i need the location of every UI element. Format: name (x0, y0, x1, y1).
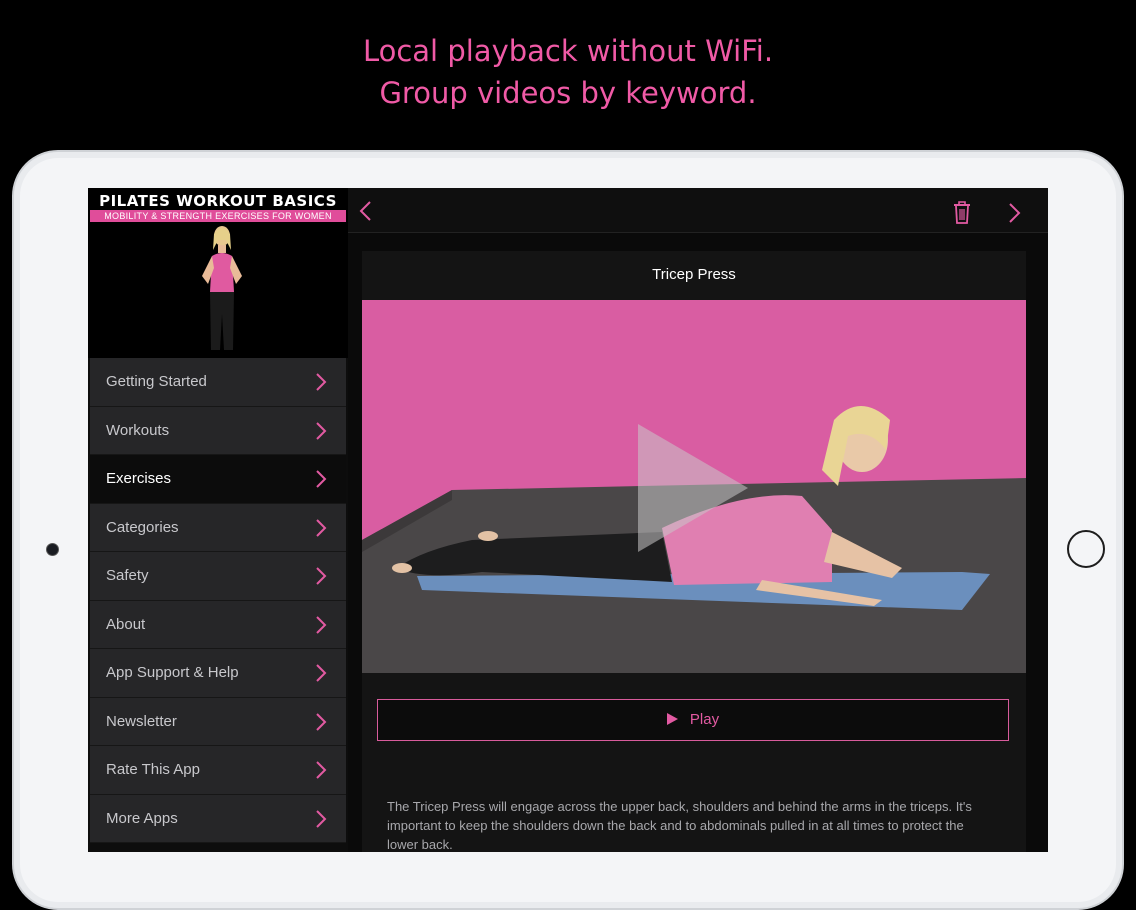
sidebar-item-label: More Apps (106, 809, 178, 827)
promo-caption: Local playback without WiFi. Group video… (0, 30, 1136, 114)
sidebar-item-label: Categories (106, 518, 179, 536)
sidebar-item-app-support[interactable]: App Support & Help (90, 649, 346, 698)
main-content: Tricep Press Play The Tricep Press will … (348, 233, 1048, 852)
instructor-image (202, 226, 242, 350)
sidebar-item-getting-started[interactable]: Getting Started (90, 358, 346, 407)
app-subtitle: MOBILITY & STRENGTH EXERCISES FOR WOMEN (90, 210, 346, 222)
sidebar-menu: Getting Started Workouts Exercises Categ… (90, 358, 346, 843)
exercise-title: Tricep Press (362, 251, 1026, 299)
sidebar-item-label: Exercises (106, 470, 172, 487)
sidebar-item-safety[interactable]: Safety (90, 552, 346, 601)
play-button-label: Play (689, 711, 720, 728)
chevron-right-icon (316, 664, 327, 682)
play-button[interactable]: Play (377, 699, 1009, 741)
top-toolbar (348, 188, 1048, 233)
camera-icon (46, 543, 59, 556)
exercise-panel: Tricep Press Play The Tricep Press will … (362, 251, 1026, 852)
sidebar: PILATES WORKOUT BASICS MOBILITY & STRENG… (88, 188, 349, 852)
chevron-right-icon (316, 567, 327, 585)
sidebar-item-label: Getting Started (106, 373, 207, 390)
sidebar-item-label: Safety (106, 567, 149, 584)
play-icon (666, 713, 678, 725)
home-button[interactable] (1067, 530, 1105, 568)
video-player[interactable] (362, 300, 1026, 673)
chevron-right-icon (316, 470, 327, 488)
chevron-right-icon (316, 518, 327, 537)
chevron-right-icon (316, 809, 327, 828)
chevron-right-icon (316, 421, 327, 440)
sidebar-item-label: Workouts (106, 421, 170, 439)
video-thumbnail (362, 300, 1026, 673)
sidebar-item-more-apps[interactable]: More Apps (90, 794, 346, 843)
sidebar-item-rate-app[interactable]: Rate This App (90, 746, 346, 795)
sidebar-item-newsletter[interactable]: Newsletter (90, 697, 346, 746)
exercise-description: The Tricep Press will engage across the … (387, 799, 972, 852)
chevron-right-icon (316, 761, 327, 779)
app-screen: PILATES WORKOUT BASICS MOBILITY & STRENG… (88, 188, 1048, 852)
sidebar-item-categories[interactable]: Categories (90, 503, 346, 552)
sidebar-item-about[interactable]: About (90, 600, 346, 649)
promo-line-2: Group videos by keyword. (379, 76, 757, 110)
chevron-right-icon (316, 615, 327, 634)
sidebar-item-label: Newsletter (106, 712, 177, 730)
brand-header: PILATES WORKOUT BASICS MOBILITY & STRENG… (88, 188, 349, 358)
sidebar-item-label: Rate This App (106, 761, 200, 778)
promo-line-1: Local playback without WiFi. (362, 34, 774, 68)
chevron-right-icon (316, 373, 327, 391)
sidebar-item-workouts[interactable]: Workouts (90, 406, 346, 455)
sidebar-item-label: About (106, 615, 146, 633)
chevron-right-icon[interactable] (1008, 202, 1022, 224)
sidebar-item-label: App Support & Help (106, 664, 239, 681)
trash-icon[interactable] (952, 200, 972, 224)
chevron-right-icon (316, 712, 327, 731)
sidebar-item-exercises[interactable]: Exercises (90, 455, 346, 504)
chevron-left-icon[interactable] (358, 200, 372, 222)
app-title: PILATES WORKOUT BASICS (99, 192, 337, 210)
